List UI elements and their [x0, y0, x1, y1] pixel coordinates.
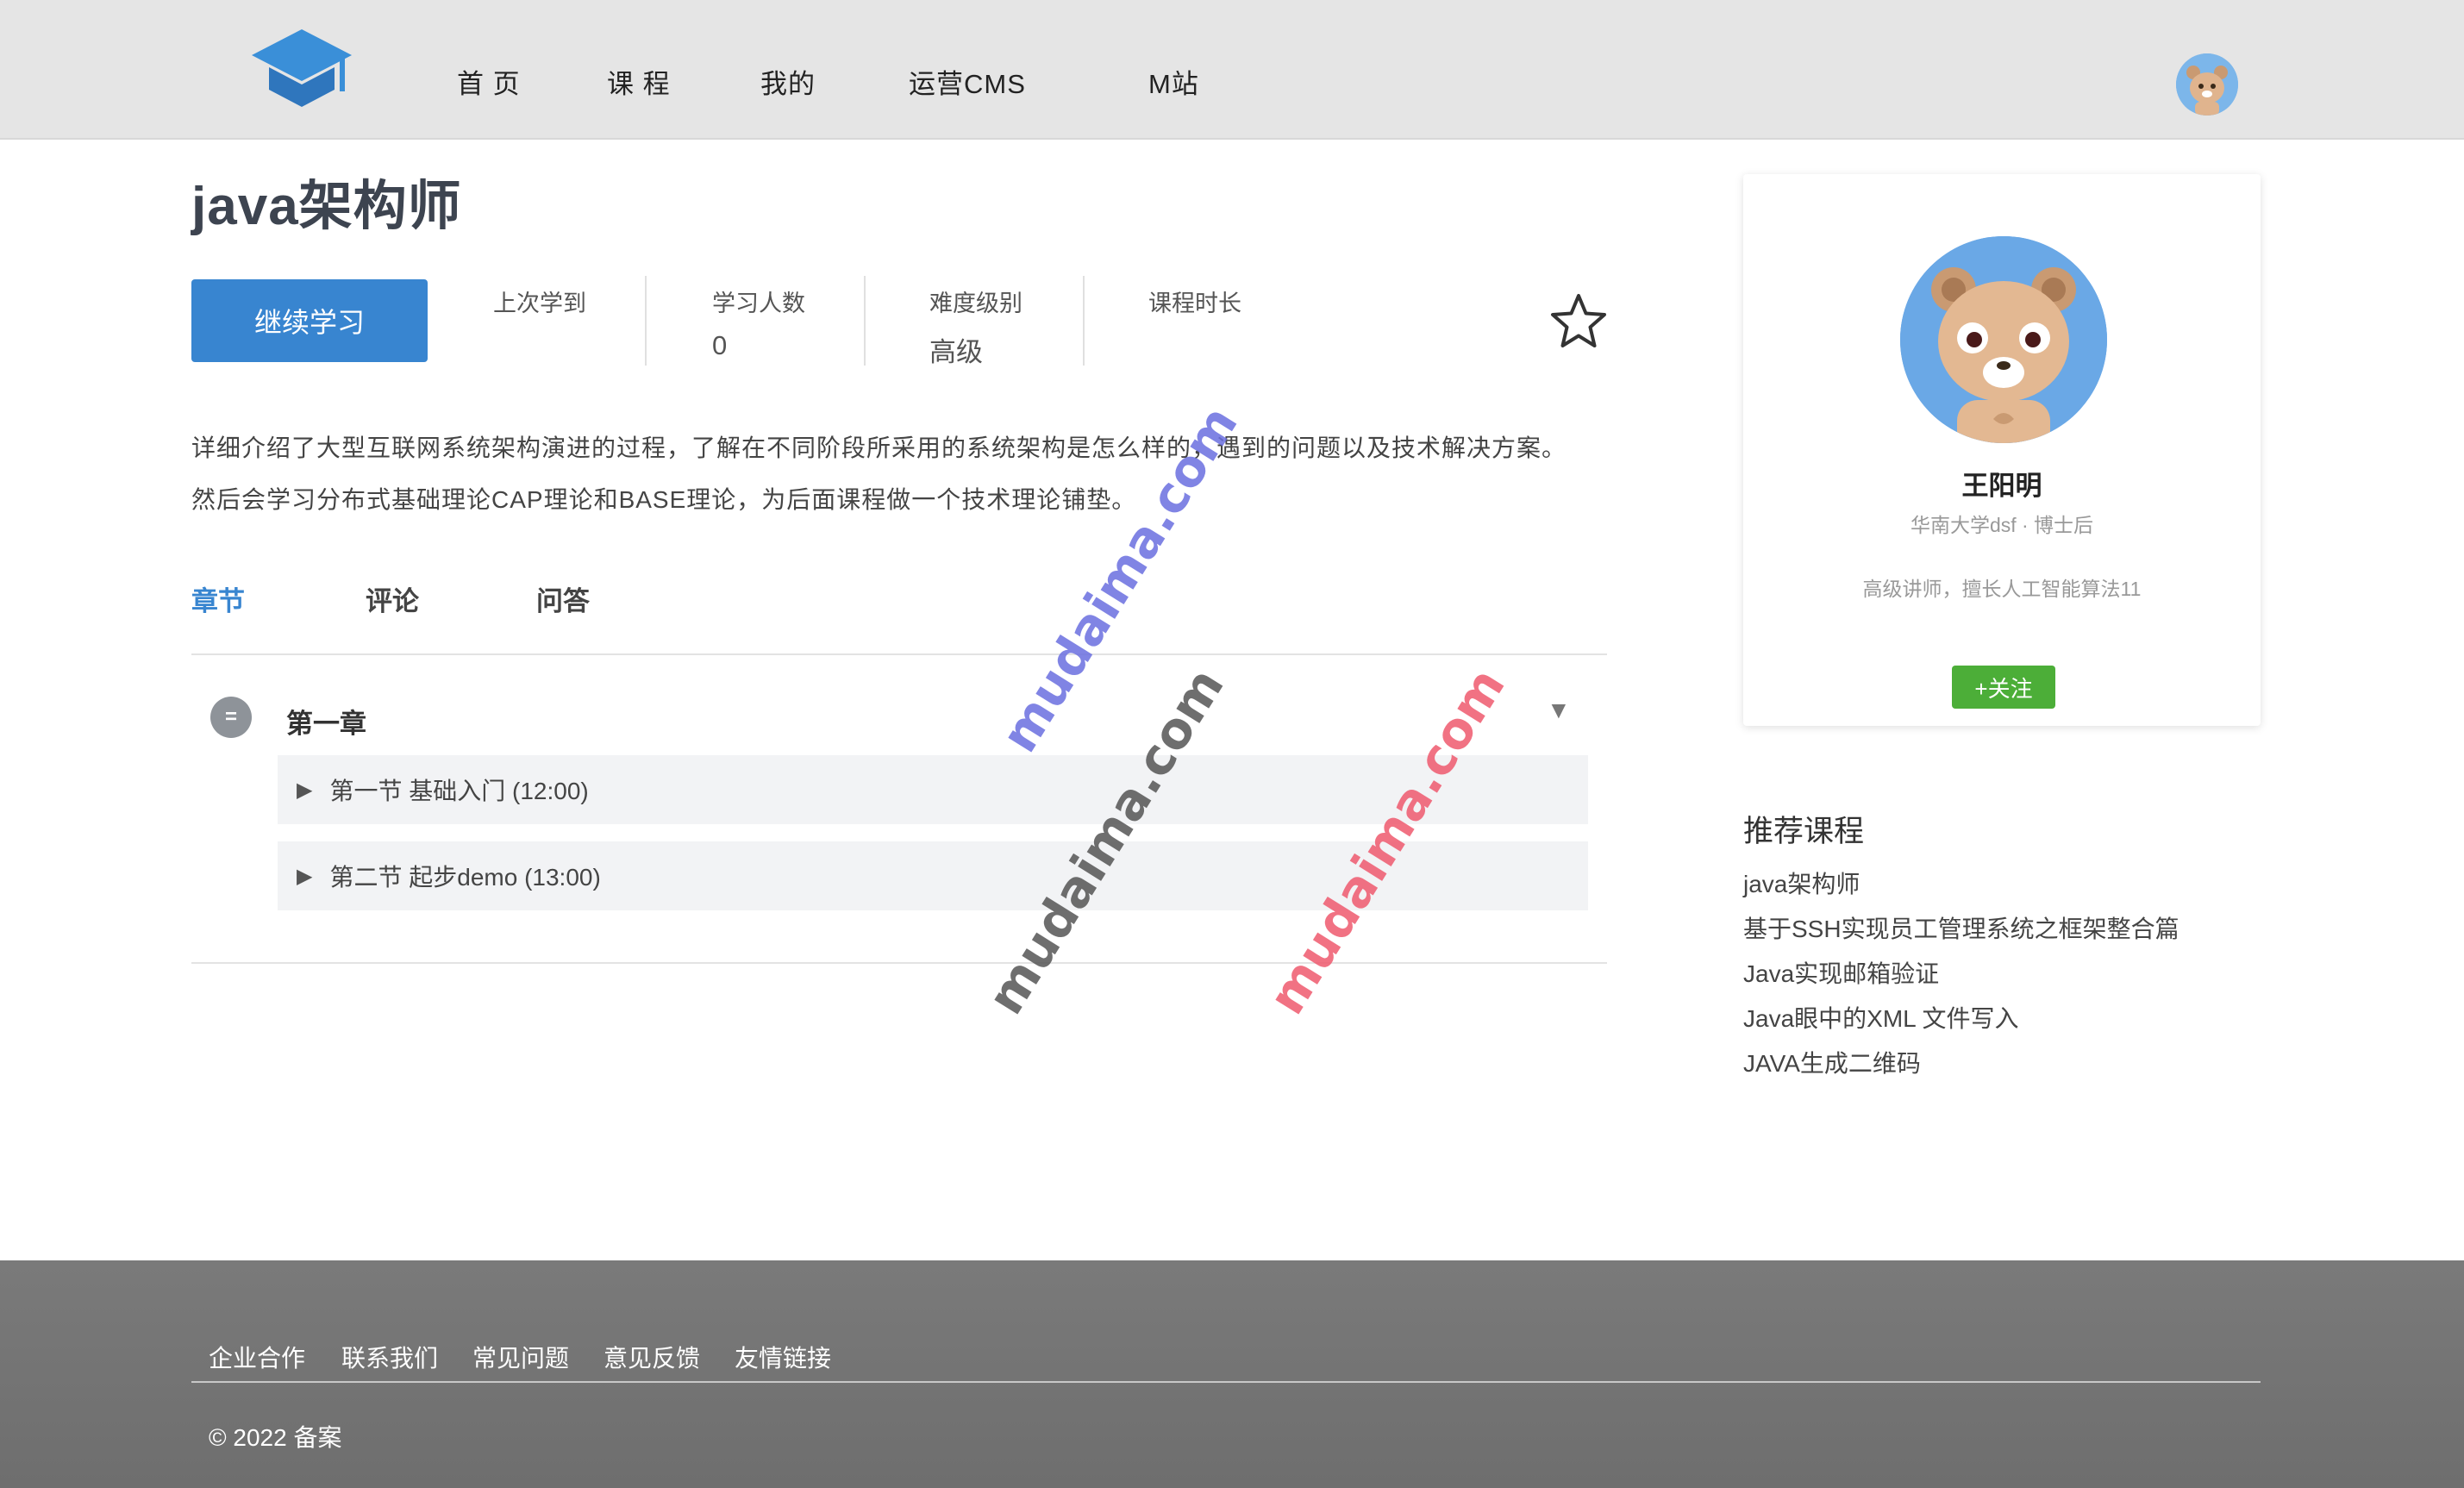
stat-value: 0 [712, 330, 728, 360]
nav-home[interactable]: 首 页 [457, 62, 521, 101]
recommend-title: 推荐课程 [1743, 815, 1865, 848]
teacher-card: 王阳明 华南大学dsf · 博士后 高级讲师，擅长人工智能算法11 +关注 [1743, 174, 2261, 726]
tab-chapters[interactable]: 章节 [191, 579, 245, 618]
recommend-item[interactable]: java架构师 [1743, 866, 1860, 900]
teacher-bio: 高级讲师，擅长人工智能算法11 [1862, 578, 2142, 600]
section-label: 第一节 基础入门 (12:00) [329, 778, 589, 804]
stat-value: 高级 [929, 337, 983, 367]
footer-link-friends[interactable]: 友情链接 [735, 1340, 831, 1374]
footer: 企业合作 联系我们 常见问题 意见反馈 友情链接 © 2022 备案 [0, 1260, 2464, 1488]
stat-label: 课程时长 [1148, 291, 1241, 316]
recommend-item[interactable]: 基于SSH实现员工管理系统之框架整合篇 [1743, 910, 2179, 945]
follow-button[interactable]: +关注 [1952, 666, 2055, 709]
divider [864, 276, 866, 366]
stat-label: 难度级别 [929, 291, 1022, 316]
stat-label: 学习人数 [712, 291, 805, 316]
footer-link-faq[interactable]: 常见问题 [472, 1340, 569, 1374]
copyright: © 2022 备案 [209, 1424, 342, 1451]
divider [645, 276, 647, 366]
footer-link-cooperation[interactable]: 企业合作 [209, 1340, 305, 1374]
teacher-school: 华南大学dsf · 博士后 [1910, 514, 2094, 536]
stat-difficulty: 难度级别 高级 [929, 284, 1022, 369]
chapter-badge: = [210, 697, 252, 738]
divider [191, 962, 1607, 964]
user-avatar[interactable] [2176, 53, 2238, 116]
nav-mobile-site[interactable]: M站 [1148, 62, 1199, 101]
bear-avatar-icon [2176, 53, 2238, 116]
divider [191, 1381, 2261, 1383]
nav-courses[interactable]: 课 程 [607, 62, 671, 101]
top-navbar: 首 页 课 程 我的 运营CMS M站 [0, 0, 2464, 140]
tab-comments[interactable]: 评论 [366, 579, 419, 618]
graduation-cap-icon[interactable] [250, 26, 353, 112]
course-title: java架构师 [191, 177, 462, 236]
section-label: 第二节 起步demo (13:00) [329, 864, 601, 891]
footer-link-contact[interactable]: 联系我们 [341, 1340, 438, 1374]
continue-learning-button[interactable]: 继续学习 [191, 279, 428, 362]
play-triangle-icon: ▶ [297, 778, 313, 802]
stat-duration: 课程时长 [1148, 284, 1241, 330]
footer-link-feedback[interactable]: 意见反馈 [603, 1340, 700, 1374]
teacher-name: 王阳明 [1961, 471, 2042, 501]
bear-avatar-icon [1900, 236, 2107, 443]
stat-learner-count: 学习人数 0 [712, 284, 805, 361]
recommend-item[interactable]: Java眼中的XML 文件写入 [1743, 1000, 2018, 1035]
stat-last-learned: 上次学到 [493, 284, 586, 330]
recommend-item[interactable]: Java实现邮箱验证 [1743, 955, 1939, 990]
recommend-item[interactable]: JAVA生成二维码 [1743, 1045, 1921, 1079]
teacher-avatar [1900, 236, 2107, 443]
stat-label: 上次学到 [493, 291, 586, 316]
divider [191, 653, 1607, 655]
chapter-title: 第一章 [286, 709, 366, 739]
nav-mine[interactable]: 我的 [760, 62, 816, 101]
nav-cms[interactable]: 运营CMS [909, 62, 1026, 101]
star-outline-icon[interactable] [1548, 291, 1609, 352]
play-triangle-icon: ▶ [297, 864, 313, 888]
divider [1083, 276, 1085, 366]
chevron-down-icon[interactable]: ▼ [1547, 697, 1571, 724]
course-description: 详细介绍了大型互联网系统架构演进的过程，了解在不同阶段所采用的系统架构是怎么样的… [191, 435, 1567, 513]
tab-qa[interactable]: 问答 [536, 579, 590, 618]
